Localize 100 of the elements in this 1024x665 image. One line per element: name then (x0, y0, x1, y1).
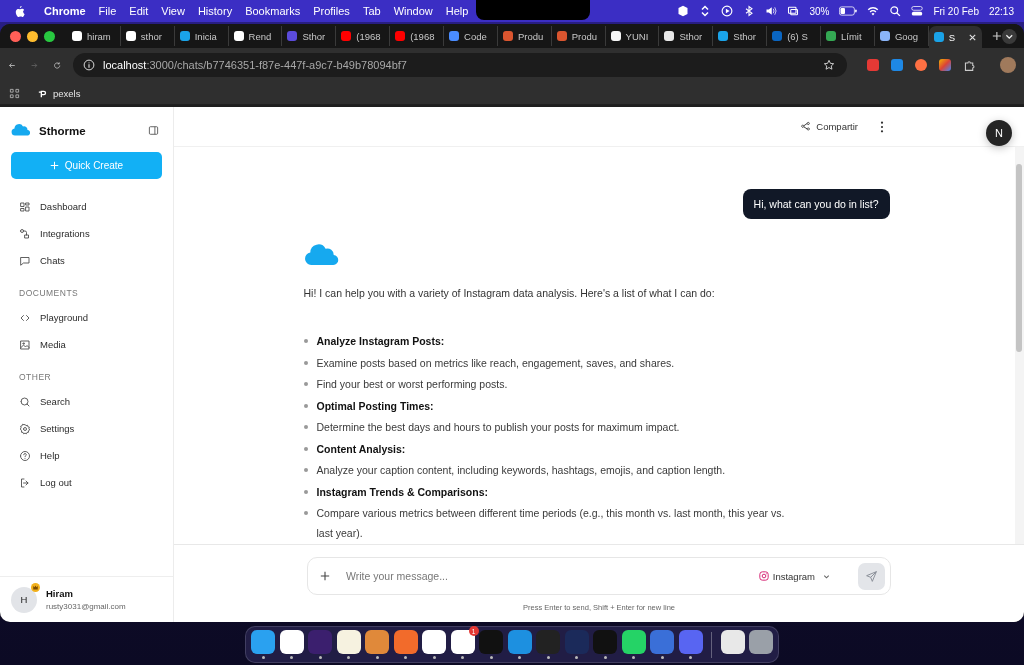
menu-bar-date[interactable]: Fri 20 Feb (933, 5, 979, 17)
extension-icon[interactable] (939, 59, 951, 71)
user-avatar[interactable]: H (11, 586, 37, 613)
nav-item[interactable]: Help (0, 442, 173, 469)
search-icon[interactable] (889, 5, 902, 17)
list-item-text: Optimal Posting Times: (316, 398, 434, 414)
browser-tab[interactable]: S (928, 26, 982, 48)
menu-item[interactable]: Bookmarks (245, 5, 301, 17)
browser-tab[interactable]: Produ (497, 26, 552, 46)
menu-item[interactable]: Window (393, 5, 433, 17)
camera-logo-icon (758, 571, 769, 581)
extension-icon[interactable] (867, 59, 879, 71)
plus-icon (49, 161, 59, 170)
profile-avatar[interactable] (1000, 57, 1016, 73)
menu-item[interactable]: Tab (362, 5, 381, 17)
close-icon[interactable] (967, 32, 977, 42)
zoom-window-button[interactable] (44, 30, 55, 42)
assistant-message: Hi! I can help you with a variety of Instagram data analysis. Here's a list of what I can do: (303, 287, 716, 299)
app-menu[interactable]: Chrome (44, 5, 86, 17)
nav-item[interactable]: Log out (0, 469, 173, 496)
play-icon[interactable] (721, 5, 734, 17)
tab-search-button[interactable] (1001, 27, 1018, 45)
pexels-logo-icon (38, 88, 48, 98)
browser-tab[interactable]: Límit (821, 26, 875, 46)
browser-tab[interactable]: Sthor (659, 26, 714, 46)
browser-tab[interactable]: YUNI (605, 26, 660, 46)
menu-item[interactable]: History (197, 5, 233, 17)
nav-item[interactable]: Chats (0, 247, 173, 274)
dev-indicator-button[interactable]: N (986, 120, 1012, 146)
bullet-icon (303, 339, 308, 343)
control-center-icon[interactable] (911, 5, 924, 17)
browser-tab[interactable]: (1968 (336, 26, 391, 46)
browser-tab[interactable]: Rend (228, 26, 283, 46)
list-item-text: Determine the best days and hours to publish your posts for maximum impact. (316, 420, 680, 435)
apple-icon[interactable] (14, 4, 25, 18)
bullet-icon (303, 382, 308, 386)
nav-item[interactable]: Dashboard (0, 193, 173, 220)
minimize-window-button[interactable] (27, 30, 38, 42)
help-icon (19, 449, 31, 462)
menu-item[interactable]: File (98, 5, 117, 17)
menu-bar-clock[interactable]: 22:13 (988, 5, 1014, 17)
browser-tab[interactable]: (6) S (767, 26, 822, 46)
menu-item[interactable]: Edit (129, 5, 149, 17)
user-name: Hiram (46, 588, 74, 599)
app-icon[interactable] (422, 630, 446, 654)
source-selector[interactable]: Instagram (755, 567, 834, 585)
scrollbar[interactable] (1015, 147, 1024, 544)
settings-icon (19, 422, 31, 435)
bullet-icon (303, 468, 308, 472)
browser-tab[interactable]: Goog (874, 26, 929, 46)
menu-item[interactable]: Profiles (313, 5, 350, 17)
browser-tab[interactable]: Code (444, 26, 498, 46)
menu-item[interactable]: View (161, 5, 185, 17)
add-icon[interactable] (320, 571, 330, 581)
section-heading: DOCUMENTS (18, 288, 80, 298)
nav-item[interactable]: Search (0, 388, 173, 415)
info-icon[interactable] (83, 59, 95, 71)
nav-item[interactable]: Playground (0, 304, 173, 331)
apps-grid-icon[interactable] (9, 87, 20, 99)
sidebar-toggle-icon[interactable] (148, 125, 159, 136)
bluetooth-icon[interactable] (743, 5, 756, 17)
browser-tab[interactable]: (1968 (390, 26, 444, 46)
nav-item[interactable]: Media (0, 331, 173, 358)
browser-tab[interactable]: Sthor (282, 26, 337, 46)
more-options-icon[interactable] (880, 120, 884, 133)
scrollbar-thumb[interactable] (1016, 164, 1022, 352)
address-bar[interactable]: localhost:3000/chats/b7746351-f87e-447f-a9c7-b49b78094bf7 (73, 53, 847, 77)
browser-tab[interactable]: Produ (551, 26, 606, 46)
browser-tab[interactable]: Inicia (174, 26, 229, 46)
list-item-text: Instagram Trends & Comparisons: (316, 484, 489, 500)
share-button[interactable]: Compartir (796, 118, 862, 135)
menu-item[interactable]: Help (445, 5, 469, 17)
app-icon[interactable] (365, 630, 389, 654)
extension-icon[interactable] (891, 59, 903, 71)
battery-icon[interactable] (839, 6, 858, 16)
list-item-text: Find your best or worst performing posts. (316, 377, 508, 392)
message-input[interactable]: Write your message... Instagram (307, 557, 891, 595)
bookmark-link[interactable]: pexels (38, 87, 81, 99)
nav-item[interactable]: Integrations (0, 220, 173, 247)
display-icon[interactable] (787, 5, 800, 17)
nav-item[interactable]: Settings (0, 415, 173, 442)
section-heading: OTHER (18, 372, 53, 382)
list-item-text: Content Analysis: (316, 441, 406, 457)
chat-bubble-icon (19, 254, 31, 267)
list-item-text: Compare various metrics between different time periods (e.g., this month vs. last month, this year vs. last year). (316, 506, 786, 541)
extension-icon[interactable] (915, 59, 927, 71)
close-window-button[interactable] (10, 30, 21, 42)
app-icon[interactable] (450, 630, 475, 654)
browser-tab[interactable]: hiram (67, 26, 121, 46)
wifi-icon[interactable] (867, 5, 880, 17)
browser-tab[interactable]: Sthor (713, 26, 768, 46)
new-tab-icon[interactable] (991, 31, 1002, 41)
bullet-icon (303, 446, 308, 451)
volume-icon[interactable] (765, 5, 778, 17)
send-button[interactable] (858, 562, 885, 590)
star-icon[interactable] (823, 59, 835, 71)
puzzle-icon[interactable] (963, 58, 976, 72)
search-icon (19, 395, 31, 408)
browser-tab[interactable]: sthor (120, 26, 175, 46)
logout-icon (19, 476, 31, 489)
